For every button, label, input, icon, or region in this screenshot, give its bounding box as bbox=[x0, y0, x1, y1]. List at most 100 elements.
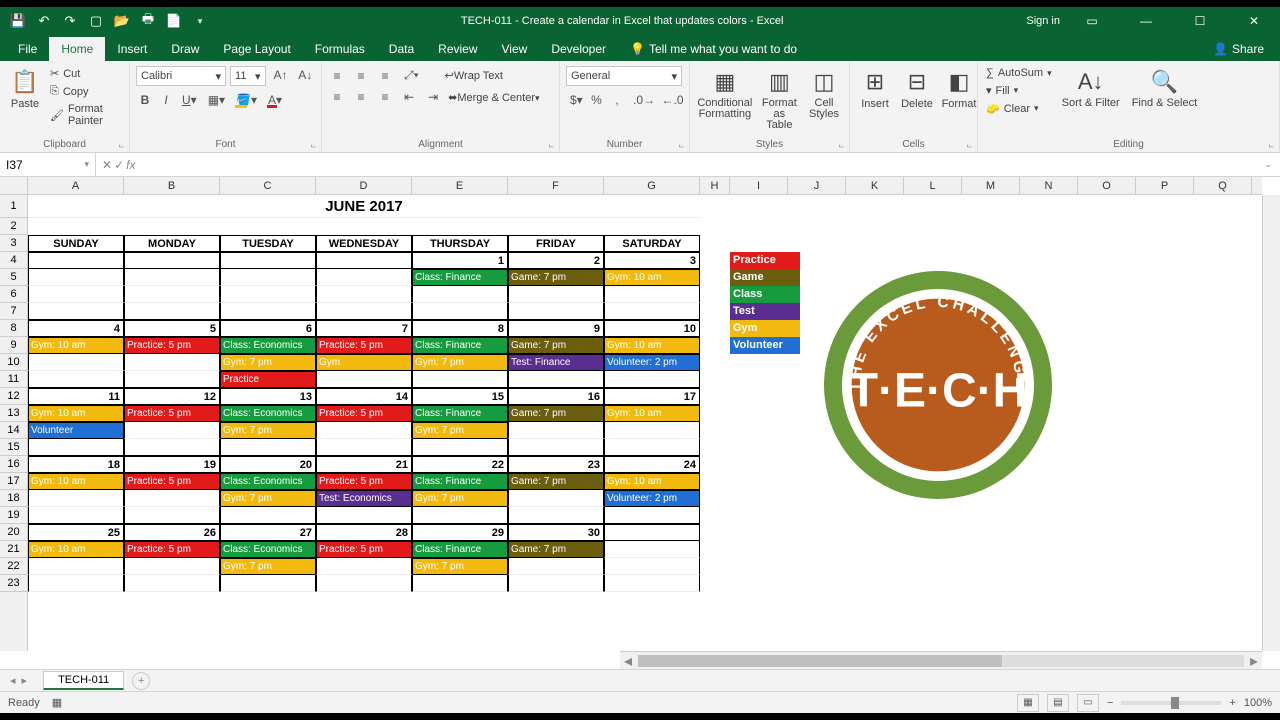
empty-cell[interactable] bbox=[508, 439, 604, 456]
date-cell[interactable]: 8 bbox=[412, 320, 508, 337]
event-cell[interactable]: Gym: 10 am bbox=[28, 473, 124, 490]
name-box[interactable]: I37▾ bbox=[0, 153, 96, 176]
event-cell[interactable]: Gym: 7 pm bbox=[220, 490, 316, 507]
font-size-select[interactable]: 11▾ bbox=[230, 66, 265, 86]
col-header-H[interactable]: H bbox=[700, 177, 730, 194]
row-header-5[interactable]: 5 bbox=[0, 269, 27, 286]
event-cell[interactable]: Gym: 7 pm bbox=[220, 558, 316, 575]
event-cell[interactable]: Class: Finance bbox=[412, 405, 508, 422]
align-middle-button[interactable]: ≡ bbox=[352, 67, 370, 85]
empty-cell[interactable] bbox=[604, 507, 700, 524]
empty-cell[interactable] bbox=[28, 269, 124, 286]
empty-cell[interactable] bbox=[28, 439, 124, 456]
col-header-D[interactable]: D bbox=[316, 177, 412, 194]
empty-cell[interactable] bbox=[28, 490, 124, 507]
tab-view[interactable]: View bbox=[490, 37, 540, 61]
empty-cell[interactable] bbox=[508, 371, 604, 388]
event-cell[interactable]: Game: 7 pm bbox=[508, 541, 604, 558]
font-name-select[interactable]: Calibri▾ bbox=[136, 66, 226, 86]
event-cell[interactable]: Class: Finance bbox=[412, 337, 508, 354]
date-cell[interactable] bbox=[28, 252, 124, 269]
ribbon-options-icon[interactable]: ▭ bbox=[1070, 7, 1114, 35]
merge-center-button[interactable]: ⬌Merge & Center▾ bbox=[448, 91, 539, 104]
col-header-M[interactable]: M bbox=[962, 177, 1020, 194]
tab-data[interactable]: Data bbox=[377, 37, 426, 61]
event-cell[interactable]: Gym: 10 am bbox=[28, 405, 124, 422]
empty-cell[interactable] bbox=[508, 422, 604, 439]
row-header-9[interactable]: 9 bbox=[0, 337, 27, 354]
event-cell[interactable]: Gym: 10 am bbox=[28, 541, 124, 558]
underline-button[interactable]: U▾ bbox=[178, 91, 201, 109]
empty-cell[interactable] bbox=[316, 558, 412, 575]
event-cell[interactable]: Game: 7 pm bbox=[508, 473, 604, 490]
delete-cells-button[interactable]: ⊟Delete bbox=[898, 66, 936, 112]
date-cell[interactable]: 13 bbox=[220, 388, 316, 405]
row-header-8[interactable]: 8 bbox=[0, 320, 27, 337]
event-cell[interactable]: Practice: 5 pm bbox=[124, 405, 220, 422]
date-cell[interactable]: 14 bbox=[316, 388, 412, 405]
empty-cell[interactable] bbox=[220, 575, 316, 592]
date-cell[interactable]: 26 bbox=[124, 524, 220, 541]
cells-area[interactable]: JUNE 2017 THE EXCEL CHALLENGE T·E·C·H SU… bbox=[28, 195, 1262, 651]
clear-button[interactable]: 🧽Clear▾ bbox=[984, 101, 1054, 116]
col-header-E[interactable]: E bbox=[412, 177, 508, 194]
date-cell[interactable]: 6 bbox=[220, 320, 316, 337]
empty-cell[interactable] bbox=[28, 303, 124, 320]
date-cell[interactable] bbox=[604, 524, 700, 541]
event-cell[interactable]: Volunteer: 2 pm bbox=[604, 354, 700, 371]
insert-cells-button[interactable]: ⊞Insert bbox=[856, 66, 894, 112]
tab-file[interactable]: File bbox=[6, 37, 49, 61]
event-cell[interactable]: Class: Economics bbox=[220, 405, 316, 422]
empty-cell[interactable] bbox=[28, 575, 124, 592]
align-top-button[interactable]: ≡ bbox=[328, 67, 346, 85]
signin-link[interactable]: Sign in bbox=[1026, 15, 1060, 27]
event-cell[interactable]: Class: Finance bbox=[412, 473, 508, 490]
empty-cell[interactable] bbox=[508, 286, 604, 303]
empty-cell[interactable] bbox=[220, 507, 316, 524]
save-icon[interactable]: 💾 bbox=[6, 9, 30, 33]
pagebreak-view-button[interactable]: ▭ bbox=[1077, 694, 1099, 712]
date-cell[interactable]: 10 bbox=[604, 320, 700, 337]
event-cell[interactable]: Test: Finance bbox=[508, 354, 604, 371]
preview-icon[interactable]: 📄 bbox=[162, 9, 186, 33]
paste-button[interactable]: 📋Paste bbox=[6, 66, 44, 112]
event-cell[interactable]: Practice: 5 pm bbox=[316, 541, 412, 558]
tab-draw[interactable]: Draw bbox=[159, 37, 211, 61]
date-cell[interactable]: 12 bbox=[124, 388, 220, 405]
normal-view-button[interactable]: ▦ bbox=[1017, 694, 1039, 712]
empty-cell[interactable] bbox=[28, 354, 124, 371]
date-cell[interactable]: 21 bbox=[316, 456, 412, 473]
shrink-font-button[interactable]: A↓ bbox=[294, 66, 315, 86]
tab-home[interactable]: Home bbox=[49, 37, 105, 61]
empty-cell[interactable] bbox=[412, 575, 508, 592]
empty-cell[interactable] bbox=[604, 575, 700, 592]
date-cell[interactable]: 11 bbox=[28, 388, 124, 405]
empty-cell[interactable] bbox=[316, 303, 412, 320]
empty-cell[interactable] bbox=[124, 439, 220, 456]
empty-cell[interactable] bbox=[220, 439, 316, 456]
event-cell[interactable]: Class: Finance bbox=[412, 541, 508, 558]
col-header-P[interactable]: P bbox=[1136, 177, 1194, 194]
inc-decimal-button[interactable]: .0→ bbox=[629, 91, 654, 109]
sheet-prev-icon[interactable]: ◂ bbox=[10, 674, 16, 687]
empty-cell[interactable] bbox=[604, 303, 700, 320]
empty-cell[interactable] bbox=[412, 507, 508, 524]
event-cell[interactable]: Class: Finance bbox=[412, 269, 508, 286]
tab-review[interactable]: Review bbox=[426, 37, 489, 61]
empty-cell[interactable] bbox=[604, 371, 700, 388]
number-format-select[interactable]: General▾ bbox=[566, 66, 682, 86]
event-cell[interactable]: Gym: 7 pm bbox=[220, 354, 316, 371]
bold-button[interactable]: B bbox=[136, 91, 154, 109]
autosum-button[interactable]: ∑AutoSum▾ bbox=[984, 66, 1054, 80]
empty-cell[interactable] bbox=[28, 371, 124, 388]
date-cell[interactable]: 28 bbox=[316, 524, 412, 541]
zoom-in-button[interactable]: + bbox=[1229, 697, 1235, 709]
date-cell[interactable]: 25 bbox=[28, 524, 124, 541]
sheet-next-icon[interactable]: ▸ bbox=[22, 674, 28, 687]
indent-inc-button[interactable]: ⇥ bbox=[424, 88, 442, 106]
empty-cell[interactable] bbox=[124, 303, 220, 320]
tab-page-layout[interactable]: Page Layout bbox=[211, 37, 302, 61]
tab-formulas[interactable]: Formulas bbox=[303, 37, 377, 61]
date-cell[interactable]: 15 bbox=[412, 388, 508, 405]
empty-cell[interactable] bbox=[316, 507, 412, 524]
